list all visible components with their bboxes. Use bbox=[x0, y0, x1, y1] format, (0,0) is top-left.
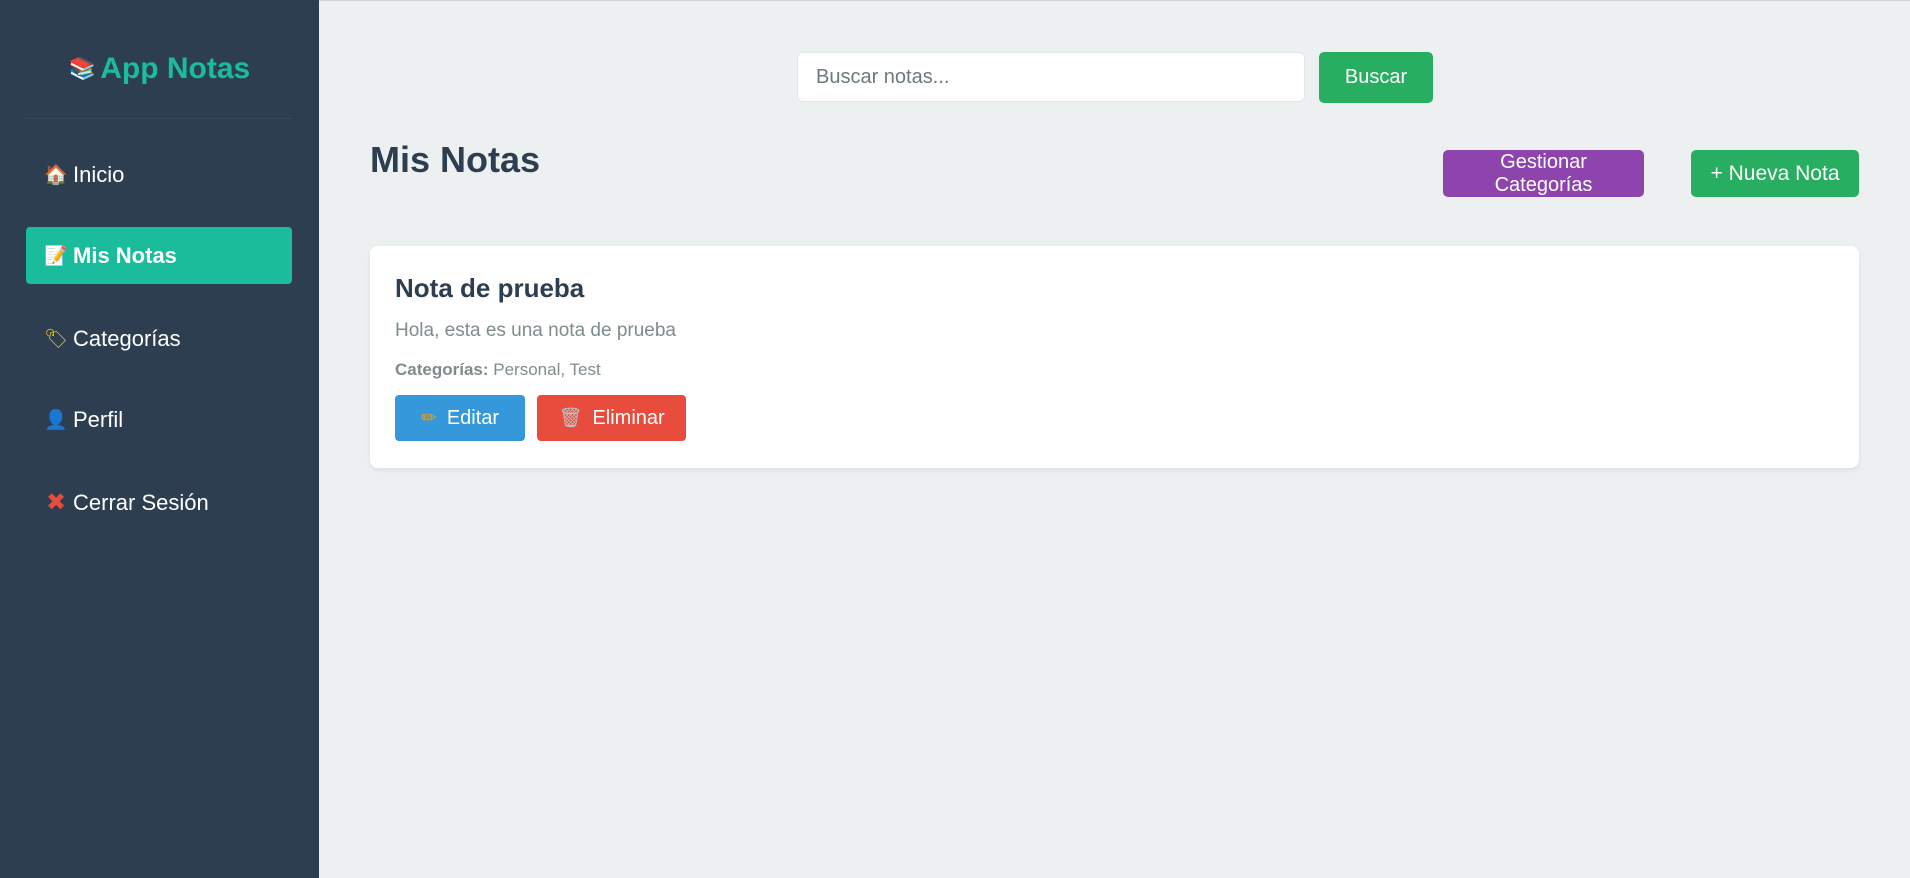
delete-label: Eliminar bbox=[592, 406, 665, 429]
house-icon: 🏠 bbox=[44, 164, 68, 186]
sidebar-item-perfil[interactable]: 👤 Perfil bbox=[26, 391, 292, 448]
note-card: Nota de prueba Hola, esta es una nota de… bbox=[370, 246, 1859, 468]
edit-note-button[interactable]: ✏ Editar bbox=[395, 395, 525, 441]
sidebar-item-mis-notas[interactable]: 📝 Mis Notas bbox=[26, 227, 292, 284]
note-body: Hola, esta es una nota de prueba bbox=[395, 320, 676, 341]
sidebar-item-label: Categorías bbox=[73, 325, 181, 351]
app-title: App Notas bbox=[100, 52, 251, 85]
sidebar-item-label: Mis Notas bbox=[73, 242, 177, 268]
search-button[interactable]: Buscar bbox=[1319, 52, 1433, 103]
sidebar-item-cerrar-sesion[interactable]: ✖ Cerrar Sesión bbox=[26, 474, 292, 531]
note-title: Nota de prueba bbox=[395, 273, 585, 303]
sidebar-item-categorias[interactable]: 🏷 Categorías bbox=[26, 310, 292, 367]
new-note-button[interactable]: + Nueva Nota bbox=[1691, 150, 1859, 197]
close-icon: ✖ bbox=[45, 489, 67, 516]
manage-categories-button[interactable]: Gestionar Categorías bbox=[1443, 150, 1644, 197]
app-brand[interactable]: 📚 App Notas bbox=[0, 52, 319, 86]
brand-divider bbox=[26, 118, 293, 119]
note-categories-value: Personal, Test bbox=[493, 360, 601, 379]
trash-icon: 🗑 bbox=[558, 408, 583, 429]
person-icon: 👤 bbox=[44, 409, 68, 431]
tag-icon: 🏷 bbox=[43, 328, 69, 350]
note-categories: Categorías: Personal, Test bbox=[395, 360, 601, 380]
delete-note-button[interactable]: 🗑 Eliminar bbox=[537, 395, 686, 441]
sidebar: 📚 App Notas 🏠 Inicio 📝 Mis Notas 🏷 Catego… bbox=[0, 0, 319, 878]
page-title: Mis Notas bbox=[370, 139, 541, 180]
sidebar-item-label: Inicio bbox=[73, 161, 125, 187]
sidebar-item-label: Cerrar Sesión bbox=[73, 489, 209, 515]
search-input[interactable] bbox=[797, 52, 1305, 102]
sidebar-item-inicio[interactable]: 🏠 Inicio bbox=[26, 146, 292, 203]
note-categories-label: Categorías: bbox=[395, 360, 489, 379]
edit-label: Editar bbox=[446, 406, 500, 429]
pencil-icon: ✏ bbox=[420, 407, 437, 429]
books-icon: 📚 bbox=[68, 56, 97, 81]
sidebar-item-label: Perfil bbox=[73, 406, 124, 432]
memo-icon: 📝 bbox=[44, 245, 68, 267]
main-content: Buscar Mis Notas Gestionar Categorías + … bbox=[319, 0, 1910, 878]
